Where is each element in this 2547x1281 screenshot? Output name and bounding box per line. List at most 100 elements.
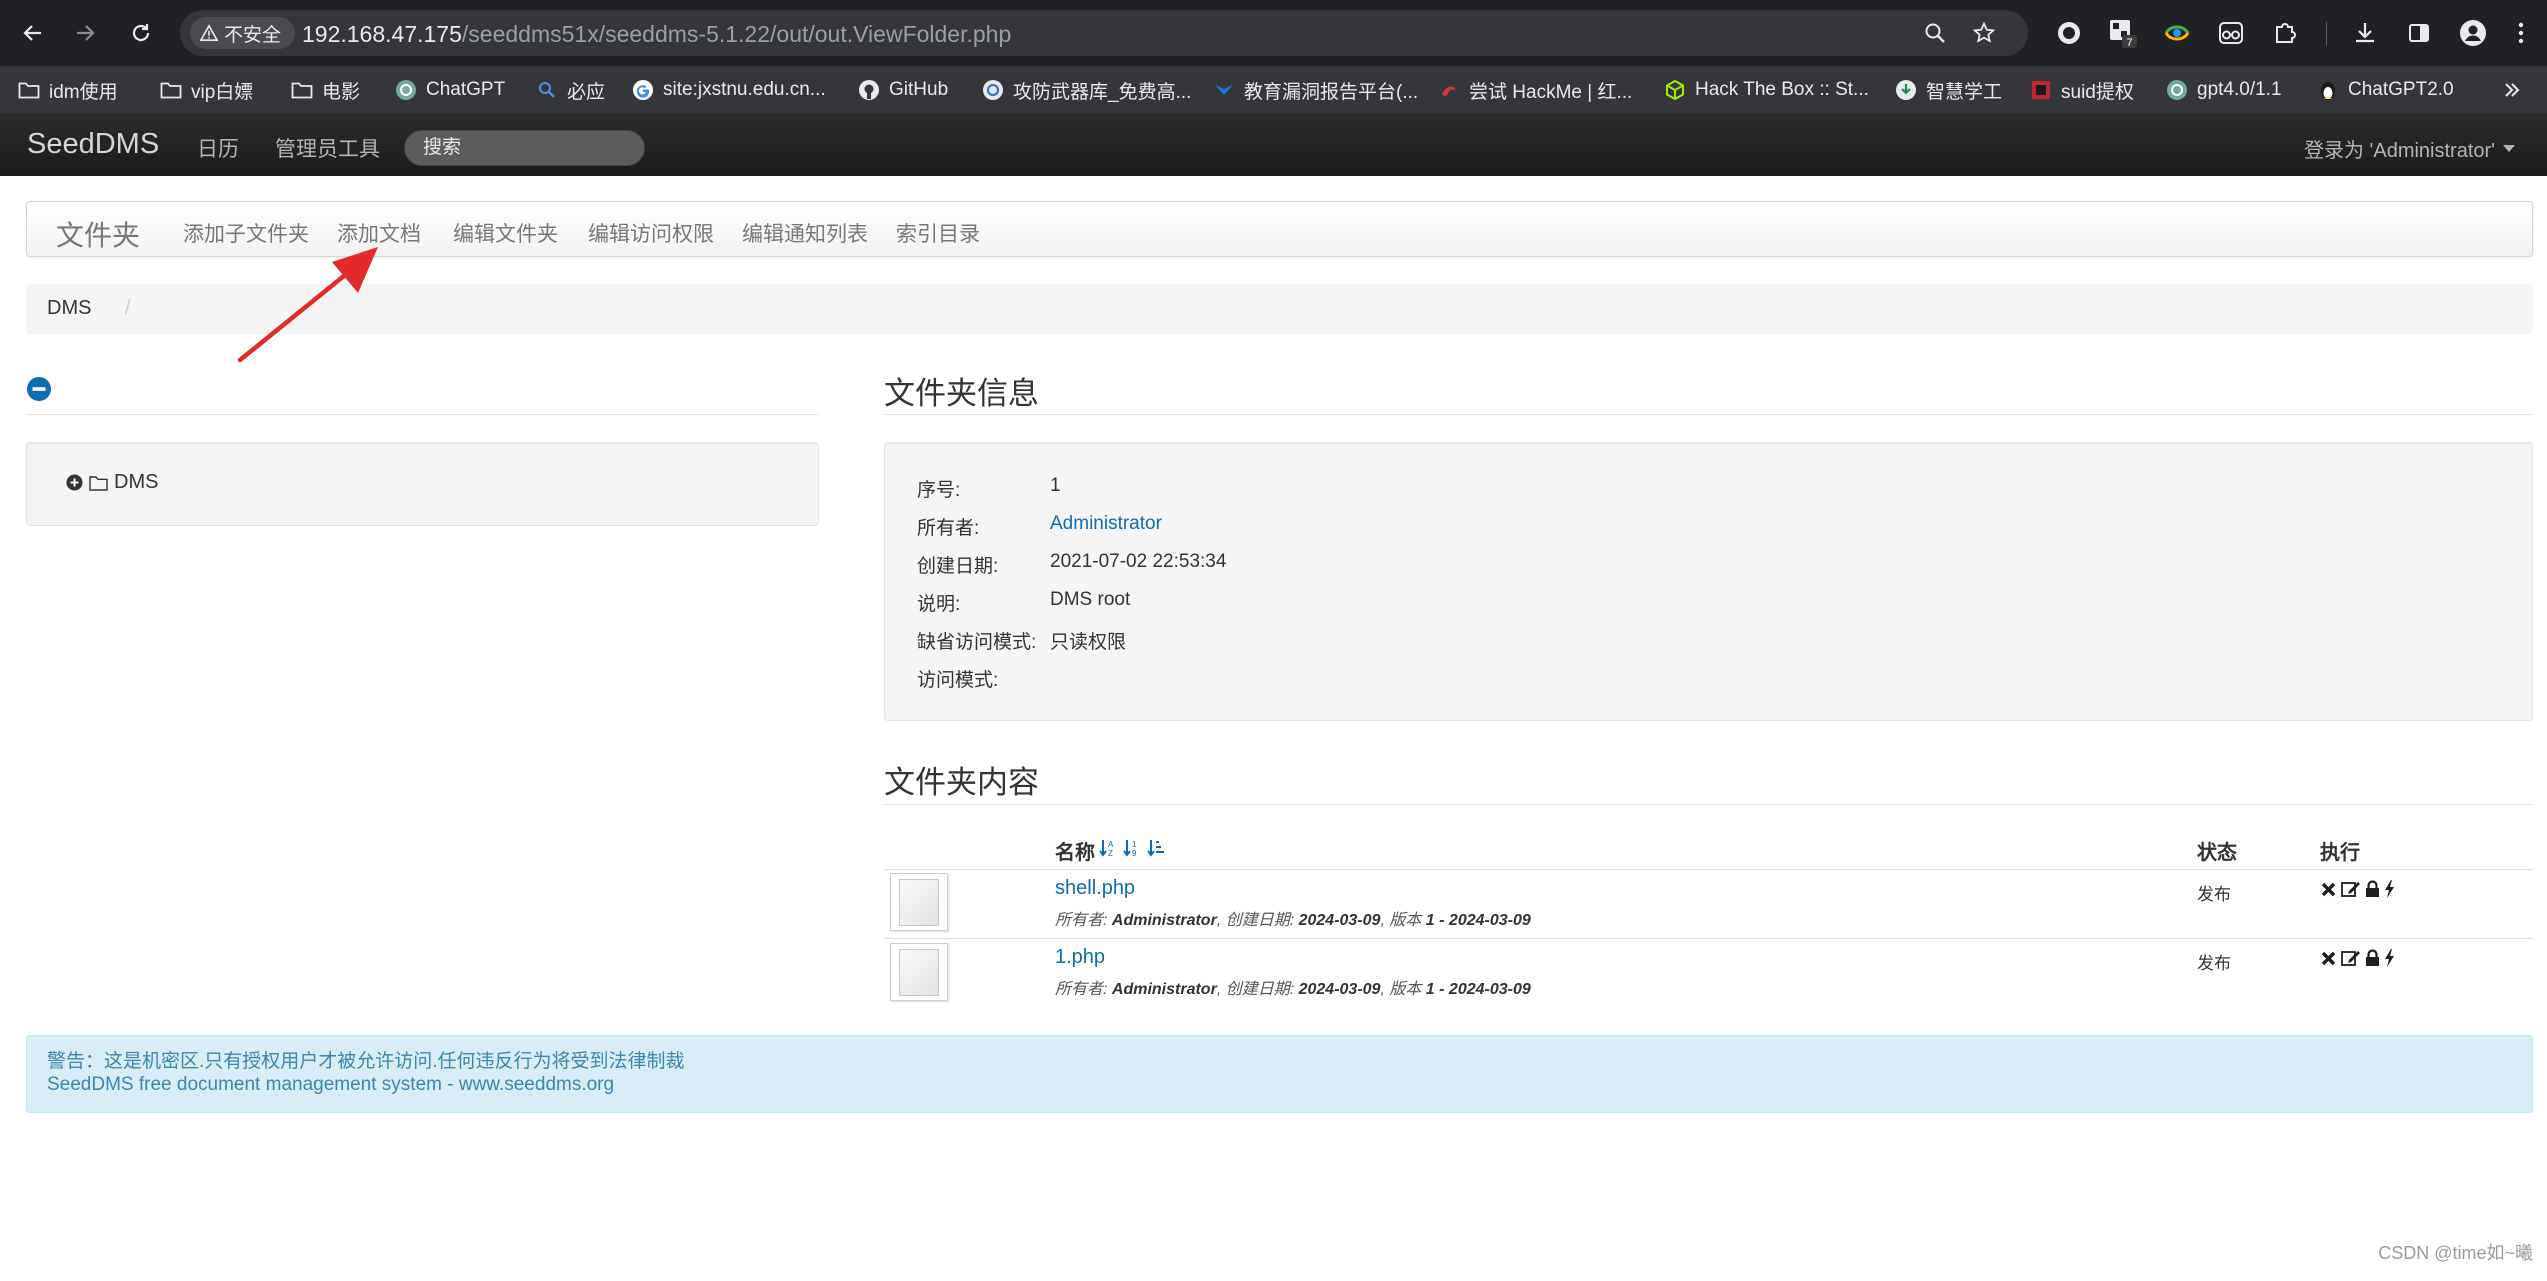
bookmark-item[interactable]: 必应 (536, 66, 605, 114)
index-folder-link[interactable]: 索引目录 (896, 218, 980, 248)
url-text[interactable]: 192.168.47.175/seeddms51x/seeddms-5.1.22… (302, 21, 1011, 48)
bookmark-label: Hack The Box :: St... (1695, 79, 1869, 100)
folder-info-title: 文件夹信息 (884, 376, 1039, 411)
svg-text:A: A (1108, 840, 1114, 849)
back-button[interactable] (14, 14, 52, 52)
folder-icon (18, 79, 40, 101)
url-host: 192.168.47.175 (302, 21, 462, 47)
zoom-button[interactable] (1920, 18, 1950, 48)
bookmark-item[interactable]: 攻防武器库_免费高... (982, 66, 1191, 114)
bookmark-item[interactable]: ChatGPT2.0 (2317, 66, 2454, 114)
delete-x-icon[interactable] (2320, 881, 2337, 898)
svg-text:9: 9 (1132, 849, 1137, 858)
edu-vuln-icon (1213, 79, 1235, 101)
add-subfolder-link[interactable]: 添加子文件夹 (183, 218, 309, 248)
sort-amount-asc-icon[interactable] (1147, 838, 1165, 858)
document-link[interactable]: 1.php (1055, 946, 1105, 969)
extension-incognito-button[interactable] (2214, 16, 2248, 50)
document-thumbnail[interactable] (890, 873, 948, 931)
lock-icon[interactable] (2365, 880, 2380, 898)
bookmark-item[interactable]: idm使用 (18, 66, 118, 114)
bookmark-item[interactable]: GitHub (858, 66, 948, 114)
sort-numeric-asc-icon[interactable]: 19 (1123, 838, 1141, 858)
bookmark-item[interactable]: 智慧学工 (1895, 66, 2002, 114)
table-row-border (884, 869, 2533, 870)
edit-icon[interactable] (2341, 949, 2361, 967)
footer-credit: SeedDMS free document management system … (47, 1074, 615, 1095)
magnifier-icon (1925, 23, 1945, 43)
app-navbar: SeedDMS 日历 管理员工具 登录为 'Administrator' (0, 114, 2547, 176)
folder-icon (291, 79, 313, 101)
sort-alpha-asc-icon[interactable]: AZ (1099, 838, 1117, 858)
toolbar-separator (2326, 22, 2327, 46)
extension-color-button[interactable] (2160, 16, 2194, 50)
bookmark-item[interactable]: vip白嫖 (160, 66, 253, 114)
bookmark-item[interactable]: site:jxstnu.edu.cn... (632, 66, 826, 114)
bookmark-item[interactable]: gpt4.0/1.1 (2166, 66, 2282, 114)
edit-folder-link[interactable]: 编辑文件夹 (453, 218, 558, 248)
forward-button[interactable] (66, 14, 104, 52)
bookmark-item[interactable]: Hack The Box :: St... (1664, 66, 1869, 114)
linux-tux-icon (2317, 79, 2339, 101)
tree-node-root[interactable]: DMS (66, 471, 158, 494)
bookmark-item[interactable]: suid提权 (2030, 66, 2134, 114)
profile-button[interactable] (2456, 16, 2490, 50)
document-thumbnail[interactable] (890, 943, 948, 1001)
document-meta: 所有者: Administrator, 创建日期: 2024-03-09, 版本… (1055, 912, 1531, 929)
user-menu[interactable]: 登录为 'Administrator' (2304, 134, 2515, 163)
side-panel-button[interactable] (2402, 16, 2436, 50)
column-header-name[interactable]: 名称 (1055, 836, 1095, 865)
bookmark-item[interactable]: 尝试 HackMe | 红... (1438, 66, 1632, 114)
double-chevron-right-icon (2505, 83, 2520, 97)
info-value: 1 (1050, 475, 1061, 496)
nav-calendar[interactable]: 日历 (197, 133, 239, 163)
brand-logo[interactable]: SeedDMS (27, 128, 159, 161)
folder-icon (160, 79, 182, 101)
bookmark-item[interactable]: 教育漏洞报告平台(... (1213, 66, 1418, 114)
bookmark-item[interactable]: ChatGPT (395, 66, 505, 114)
owner-link[interactable]: Administrator (1050, 513, 1162, 535)
browser-menu-button[interactable] (2504, 16, 2538, 50)
info-label: 缺省访问模式: (917, 632, 1037, 653)
bolt-icon[interactable] (2384, 949, 2395, 967)
qr-badge-icon: 7 (2110, 20, 2137, 49)
bing-search-icon (536, 79, 558, 101)
collapse-tree-icon[interactable] (26, 376, 52, 402)
breadcrumb-separator: / (125, 297, 131, 319)
extension-record-button[interactable] (2052, 16, 2086, 50)
reload-button[interactable] (122, 14, 160, 52)
edit-notify-link[interactable]: 编辑通知列表 (742, 218, 868, 248)
bookmark-label: ChatGPT (426, 79, 506, 100)
document-link[interactable]: shell.php (1055, 877, 1135, 900)
breadcrumb-root[interactable]: DMS (47, 297, 91, 320)
bookmark-item[interactable]: 电影 (291, 66, 360, 114)
arrow-left-icon (23, 25, 41, 41)
bookmark-label: 电影 (322, 81, 361, 103)
bookmarks-overflow-button[interactable] (2502, 66, 2522, 114)
info-row-default-access: 缺省访问模式: 只读权限 (917, 627, 1126, 654)
downloads-button[interactable] (2348, 16, 2382, 50)
bookmark-label: idm使用 (49, 81, 118, 103)
add-document-link[interactable]: 添加文档 (337, 218, 421, 248)
record-circle-icon (2058, 22, 2080, 44)
bookmark-star-button[interactable] (1969, 18, 1999, 48)
puzzle-icon (2276, 23, 2296, 43)
search-input[interactable] (404, 130, 645, 166)
address-bar[interactable]: 不安全 192.168.47.175/seeddms51x/seeddms-5.… (180, 10, 2028, 56)
nav-admin-tools[interactable]: 管理员工具 (275, 133, 380, 163)
bookmark-label: GitHub (889, 79, 949, 100)
info-label: 访问模式: (917, 670, 999, 691)
edit-icon[interactable] (2341, 880, 2361, 898)
extension-qr-button[interactable]: 7 (2106, 16, 2140, 50)
csdn-watermark: CSDN @time如~曦 (2378, 1243, 2533, 1263)
document-actions (2320, 880, 2395, 898)
edit-access-link[interactable]: 编辑访问权限 (588, 218, 714, 248)
security-indicator[interactable]: 不安全 (190, 17, 296, 49)
divider (884, 414, 2533, 415)
lock-icon[interactable] (2365, 949, 2380, 967)
delete-x-icon[interactable] (2320, 950, 2337, 967)
extensions-menu-button[interactable] (2268, 16, 2302, 50)
htb-cube-icon (1664, 79, 1686, 101)
folder-action-bar: 文件夹 添加子文件夹 添加文档 编辑文件夹 编辑访问权限 编辑通知列表 索引目录 (26, 201, 2533, 257)
bolt-icon[interactable] (2384, 880, 2395, 898)
